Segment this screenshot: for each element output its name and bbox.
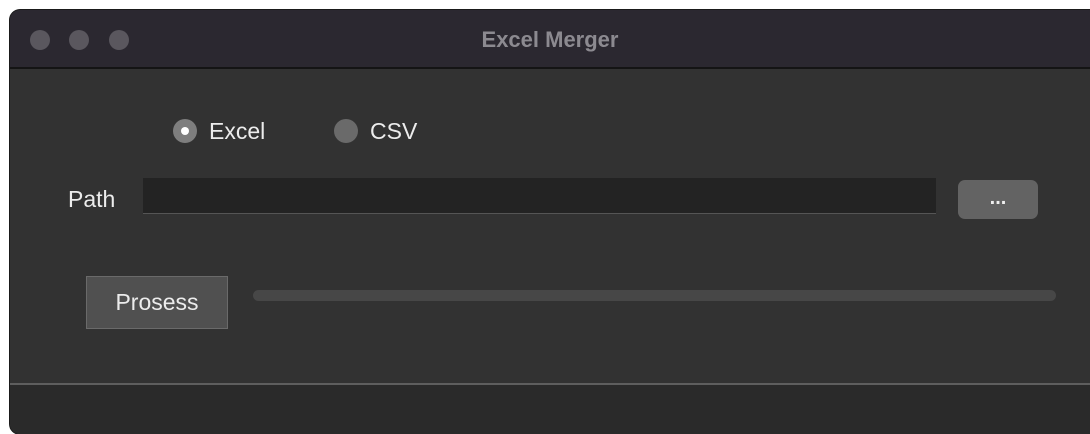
process-button[interactable]: Prosess [86,276,228,329]
radio-button-csv[interactable] [334,119,358,143]
radio-option-csv[interactable]: CSV [334,117,417,145]
radio-label-csv: CSV [370,117,418,144]
radio-option-excel[interactable]: Excel [173,117,265,145]
status-bar [10,383,1090,434]
radio-label-excel: Excel [209,117,266,144]
progress-bar [253,290,1056,301]
title-bar[interactable]: Excel Merger [10,10,1090,69]
app-window: Excel Merger Excel CSV Path ... Prosess [10,10,1090,434]
path-label: Path [68,186,116,212]
path-input[interactable] [143,178,936,214]
radio-button-excel[interactable] [173,119,197,143]
browse-button[interactable]: ... [958,180,1038,219]
window-title: Excel Merger [481,27,619,52]
